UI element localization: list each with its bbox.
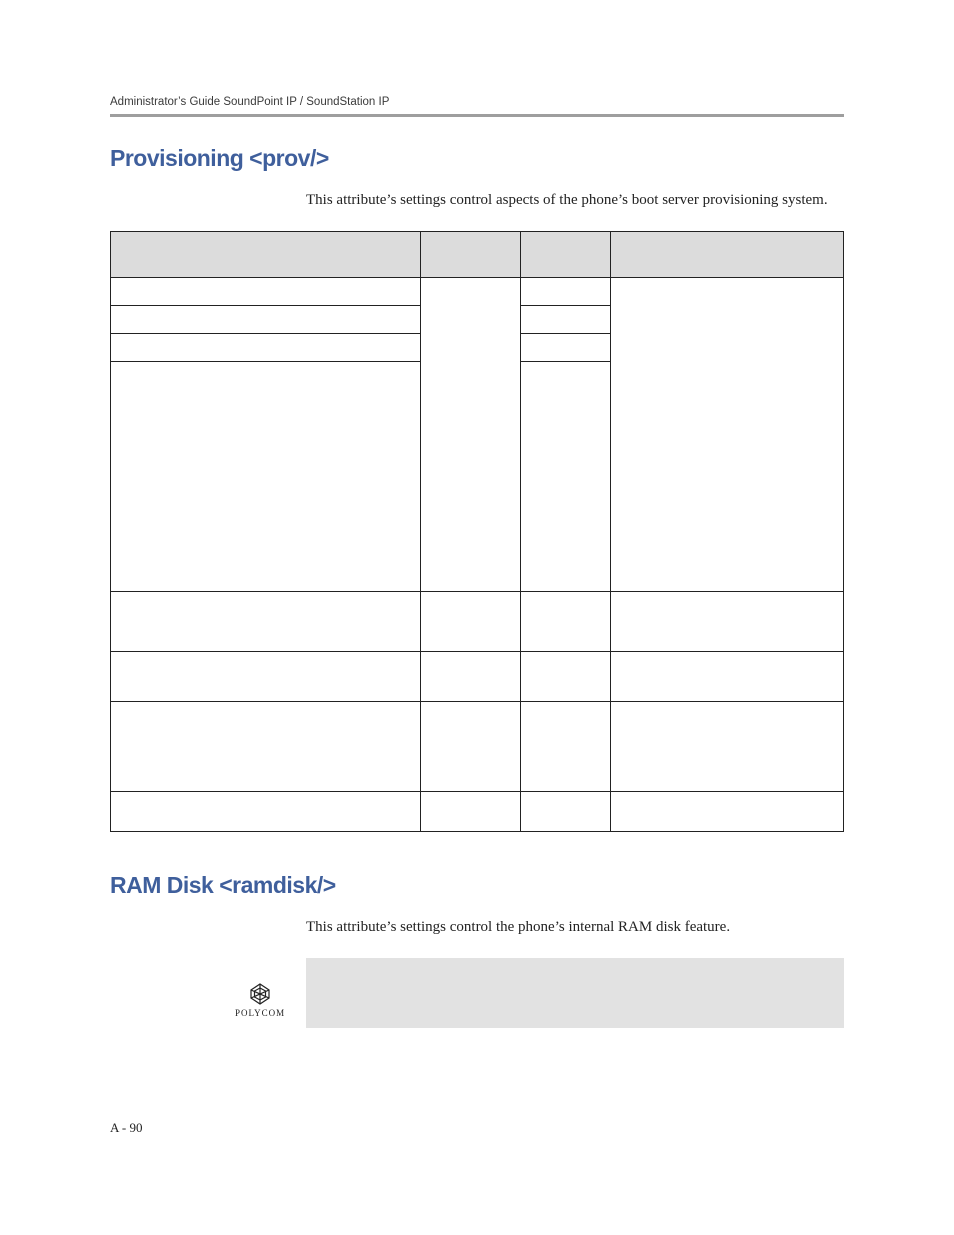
table-row	[111, 592, 844, 652]
table-cell	[521, 278, 611, 306]
table-cell	[521, 306, 611, 334]
table-header-cell	[611, 232, 844, 278]
polycom-logo: POLYCOM	[235, 982, 285, 1018]
polycom-logo-text: POLYCOM	[235, 1008, 285, 1018]
header-rule	[110, 114, 844, 117]
table-cell	[521, 792, 611, 832]
table-cell	[611, 702, 844, 792]
table-cell	[521, 652, 611, 702]
table-cell	[611, 792, 844, 832]
table-cell	[111, 702, 421, 792]
table-header-cell	[521, 232, 611, 278]
table-cell	[421, 278, 521, 592]
ramdisk-intro: This attribute’s settings control the ph…	[306, 917, 844, 938]
table-cell	[111, 278, 421, 306]
polycom-logo-icon	[247, 982, 273, 1006]
table-cell	[421, 652, 521, 702]
table-header-cell	[111, 232, 421, 278]
table-cell	[111, 306, 421, 334]
provisioning-intro: This attribute’s settings control aspect…	[306, 190, 844, 211]
section-title-provisioning: Provisioning <prov/>	[110, 145, 844, 172]
table-row	[111, 702, 844, 792]
table-cell	[421, 702, 521, 792]
table-cell	[611, 278, 844, 592]
table-cell	[111, 652, 421, 702]
table-row	[111, 652, 844, 702]
table-cell	[111, 334, 421, 362]
table-cell	[611, 652, 844, 702]
provisioning-table	[110, 231, 844, 832]
page-number: A - 90	[110, 1120, 143, 1136]
table-cell	[421, 592, 521, 652]
table-cell	[611, 592, 844, 652]
table-cell	[521, 334, 611, 362]
table-cell	[111, 592, 421, 652]
note-box	[306, 958, 844, 1028]
table-header-cell	[421, 232, 521, 278]
section-title-ramdisk: RAM Disk <ramdisk/>	[110, 872, 844, 899]
table-cell	[111, 362, 421, 592]
table-cell	[521, 362, 611, 592]
table-cell	[521, 592, 611, 652]
table-cell	[111, 792, 421, 832]
running-header: Administrator’s Guide SoundPoint IP / So…	[110, 96, 844, 114]
table-row	[111, 278, 844, 306]
table-header-row	[111, 232, 844, 278]
table-cell	[421, 792, 521, 832]
table-cell	[521, 702, 611, 792]
table-row	[111, 792, 844, 832]
